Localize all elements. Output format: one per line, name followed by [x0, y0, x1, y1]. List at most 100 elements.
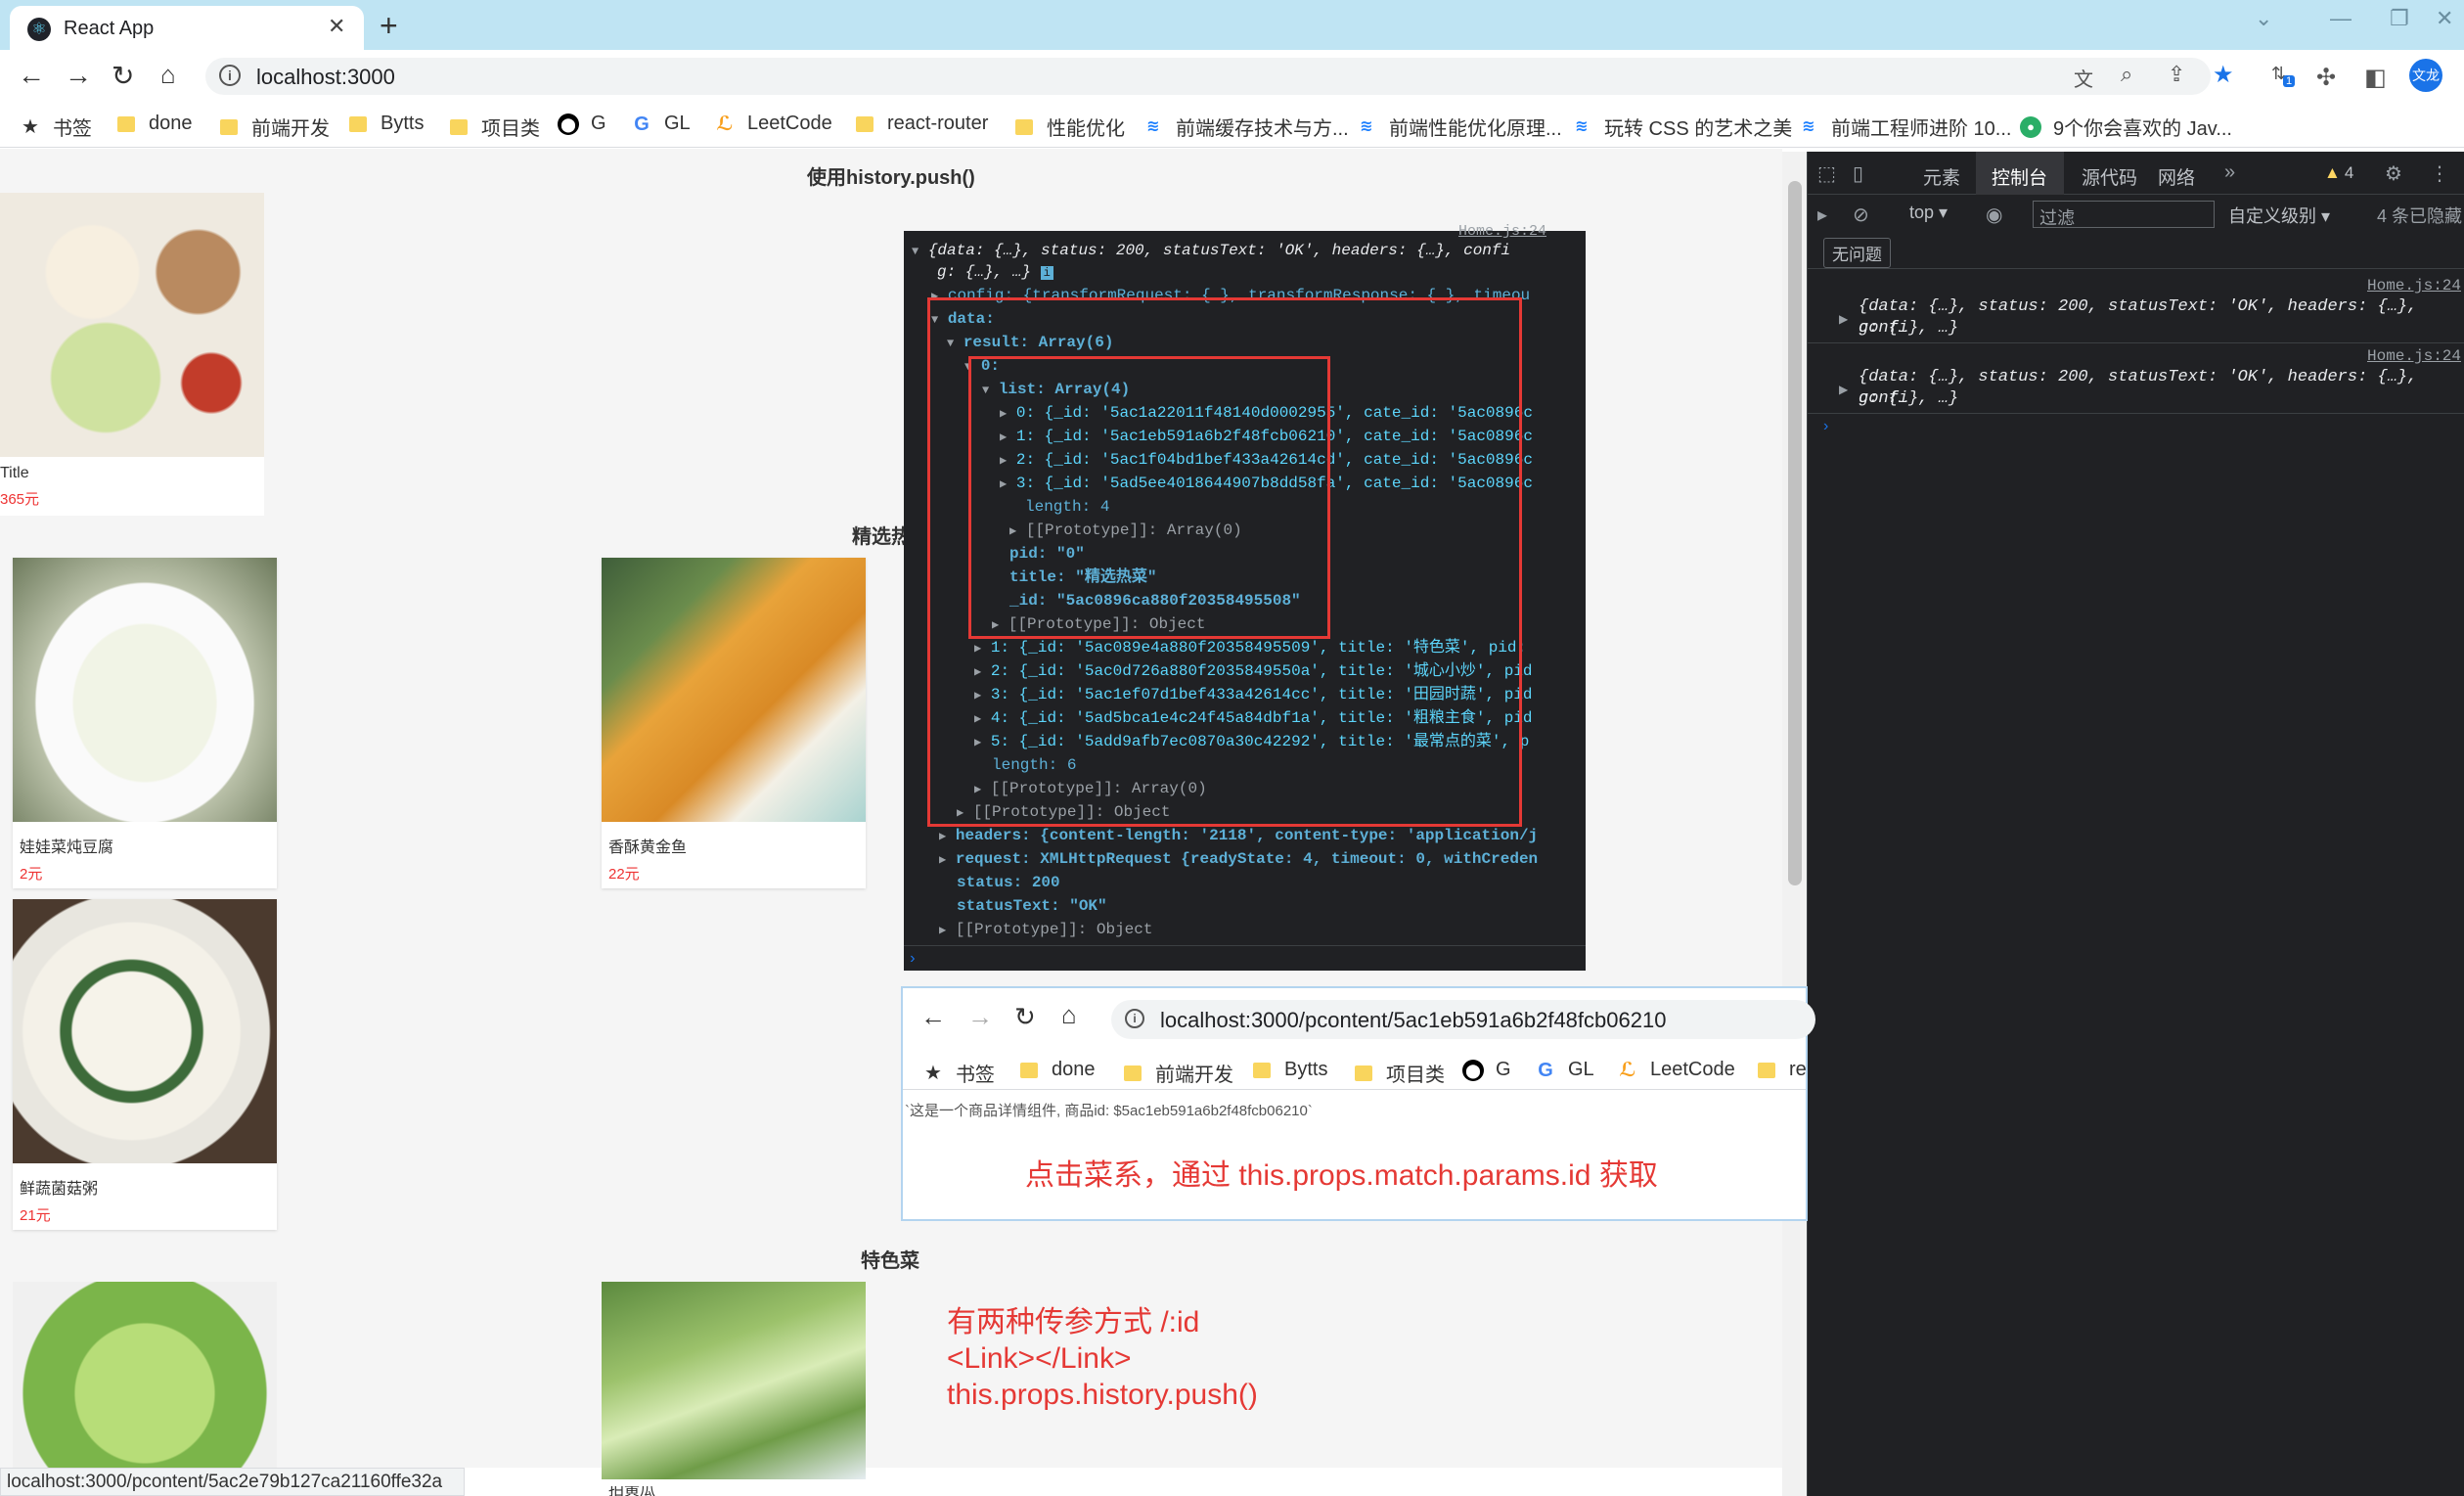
tab-elements[interactable]: 元素	[1923, 163, 1960, 190]
console-log-entry[interactable]: Home.js:24 ▶ {data: {…}, status: 200, st…	[1808, 273, 2464, 343]
reload-icon[interactable]: ↻	[1014, 1002, 1036, 1032]
bookmark-item[interactable]: ≋ 前端缓存技术与方...	[1142, 113, 1348, 141]
profile-avatar[interactable]: 文龙	[2409, 59, 2442, 92]
tab-console-active[interactable]: 控制台	[1976, 152, 2064, 195]
sidebar-toggle-icon[interactable]: ▸	[1817, 203, 1827, 227]
hidden-count: 4 条已隐藏	[2377, 206, 2463, 226]
eye-icon[interactable]: ◉	[1986, 203, 2002, 227]
forward-icon[interactable]: →	[65, 60, 92, 91]
bookmark-item[interactable]: ≋ 前端性能优化原理...	[1356, 113, 1561, 141]
bookmark-item[interactable]: ⬤ G	[558, 113, 606, 135]
console-prompt-icon[interactable]: ›	[1823, 418, 1828, 435]
food-price: 21元	[20, 1207, 51, 1224]
minimize-icon[interactable]: —	[2330, 6, 2352, 31]
bookmark-item[interactable]: G GL	[1535, 1059, 1593, 1081]
new-tab-icon[interactable]: +	[380, 8, 398, 44]
bookmark-item[interactable]: ℒ LeetCode	[714, 113, 831, 135]
log-line: g: {…}, …}	[1859, 389, 1959, 408]
reload-icon[interactable]: ↻	[112, 60, 134, 92]
food-card[interactable]: 香酥黄金鱼 22元	[602, 558, 866, 888]
site-info-icon[interactable]: i	[219, 65, 241, 86]
home-icon[interactable]: ⌂	[160, 60, 176, 90]
close-tab-icon[interactable]: ✕	[328, 14, 345, 39]
bookmark-item[interactable]: ★ 书签	[22, 113, 92, 141]
log-source-link[interactable]: Home.js:24	[2367, 347, 2461, 365]
bookmark-folder[interactable]: 前端开发	[1124, 1059, 1233, 1087]
window-close-icon[interactable]: ✕	[2436, 6, 2453, 31]
top-item-card[interactable]: Title 365元	[0, 193, 264, 516]
folder-icon	[220, 118, 238, 135]
tab-network[interactable]: 网络	[2158, 163, 2195, 190]
filter-input[interactable]: 过滤	[2033, 201, 2215, 228]
bookmark-folder[interactable]: done	[117, 113, 193, 135]
puzzle-icon[interactable]: ✣	[2316, 64, 2336, 92]
bookmark-item[interactable]: ⬤ G	[1462, 1059, 1511, 1081]
warning-badge[interactable]: ▲ 4	[2324, 163, 2353, 183]
bookmark-star-icon[interactable]: ★	[2213, 61, 2234, 89]
settings-icon[interactable]: ⚙	[2385, 161, 2402, 186]
folder-icon	[117, 115, 135, 132]
home-icon[interactable]: ⌂	[1061, 1000, 1077, 1030]
bookmark-folder[interactable]: 性能优化	[1015, 113, 1125, 141]
address-url: localhost:3000	[256, 65, 395, 89]
bookmark-folder[interactable]: done	[1020, 1059, 1096, 1081]
bookmark-folder[interactable]: 前端开发	[220, 113, 330, 141]
restore-icon[interactable]: ❐	[2390, 6, 2409, 31]
scrollbar-thumb[interactable]	[1788, 181, 1802, 885]
forward-icon[interactable]: →	[967, 1002, 993, 1032]
log-level-select[interactable]: 自定义级别 ▾	[2228, 203, 2330, 228]
sidepanel-icon[interactable]: ◧	[2364, 64, 2387, 92]
bookmark-folder[interactable]: Bytts	[1253, 1059, 1327, 1081]
bookmark-folder[interactable]: 项目类	[450, 113, 540, 141]
console-divider	[904, 945, 1586, 946]
site-info-icon[interactable]: i	[1125, 1009, 1144, 1028]
bookmark-folder[interactable]: re	[1758, 1059, 1806, 1081]
food-image[interactable]	[602, 1282, 866, 1479]
expand-icon[interactable]: ▶	[1839, 312, 1848, 326]
browser-tab[interactable]: ⚛ React App ✕	[10, 6, 364, 50]
tab-sources[interactable]: 源代码	[2082, 163, 2137, 190]
expand-icon[interactable]: ▶	[1839, 383, 1848, 396]
detail-annotation: 点击菜系，通过 this.props.match.params.id 获取	[1025, 1159, 1658, 1192]
bookmark-item[interactable]: G GL	[631, 113, 690, 135]
kebab-menu-icon[interactable]: ⋮	[2430, 161, 2449, 186]
console-log-entry[interactable]: Home.js:24 ▶ {data: {…}, status: 200, st…	[1808, 343, 2464, 414]
google-icon: G	[634, 113, 650, 135]
extension-icon[interactable]: ⇅ 1	[2271, 64, 2296, 87]
page-scrollbar[interactable]	[1782, 152, 1807, 1496]
zoom-icon[interactable]: ⌕	[2121, 62, 2132, 87]
more-tabs-icon[interactable]: »	[2224, 161, 2235, 184]
device-toolbar-icon[interactable]: ▯	[1853, 161, 1863, 186]
detail-address-bar[interactable]: i localhost:3000/pcontent/5ac1eb591a6b2f…	[1111, 1000, 1815, 1039]
folder-icon	[1124, 1065, 1142, 1081]
console-prompt-icon[interactable]: ›	[908, 947, 918, 971]
bookmark-folder[interactable]: Bytts	[349, 113, 424, 135]
log-source-link[interactable]: Home.js:24	[1458, 223, 1546, 240]
tab-search-icon[interactable]: ⌄	[2255, 6, 2272, 31]
food-card[interactable]: 娃娃菜炖豆腐 2元	[13, 558, 277, 888]
note-line: this.props.history.push()	[947, 1379, 1258, 1411]
no-issues-button[interactable]: 无问题	[1823, 238, 1891, 268]
folder-icon	[450, 118, 468, 135]
back-icon[interactable]: ←	[18, 60, 45, 91]
food-image[interactable]	[13, 1282, 277, 1468]
bookmark-item[interactable]: ≋ 玩转 CSS 的艺术之美	[1571, 113, 1792, 141]
clear-console-icon[interactable]: ⊘	[1853, 203, 1869, 227]
bookmark-item[interactable]: ★ 书签	[924, 1059, 995, 1087]
juejin-icon: ≋	[1575, 117, 1589, 135]
context-select[interactable]: top ▾	[1909, 203, 1948, 223]
address-bar[interactable]: i localhost:3000 文 ⌕ ⇪ ★	[205, 58, 2234, 95]
bookmark-folder[interactable]: 项目类	[1355, 1059, 1445, 1087]
github-icon: ⬤	[1462, 1059, 1484, 1081]
bookmark-item[interactable]: ● 9个你会喜欢的 Jav...	[2020, 113, 2232, 141]
star-icon: ★	[22, 116, 39, 138]
bookmark-folder[interactable]: react-router	[856, 113, 988, 135]
bookmark-item[interactable]: ℒ LeetCode	[1617, 1059, 1734, 1081]
translate-icon[interactable]: 文	[2074, 64, 2093, 92]
back-icon[interactable]: ←	[920, 1002, 946, 1032]
log-source-link[interactable]: Home.js:24	[2367, 277, 2461, 295]
inspect-icon[interactable]: ⬚	[1817, 161, 1836, 186]
share-icon[interactable]: ⇪	[2168, 62, 2185, 87]
bookmark-item[interactable]: ≋ 前端工程师进阶 10...	[1798, 113, 2011, 141]
food-card[interactable]: 鲜蔬菌菇粥 21元	[13, 899, 277, 1230]
